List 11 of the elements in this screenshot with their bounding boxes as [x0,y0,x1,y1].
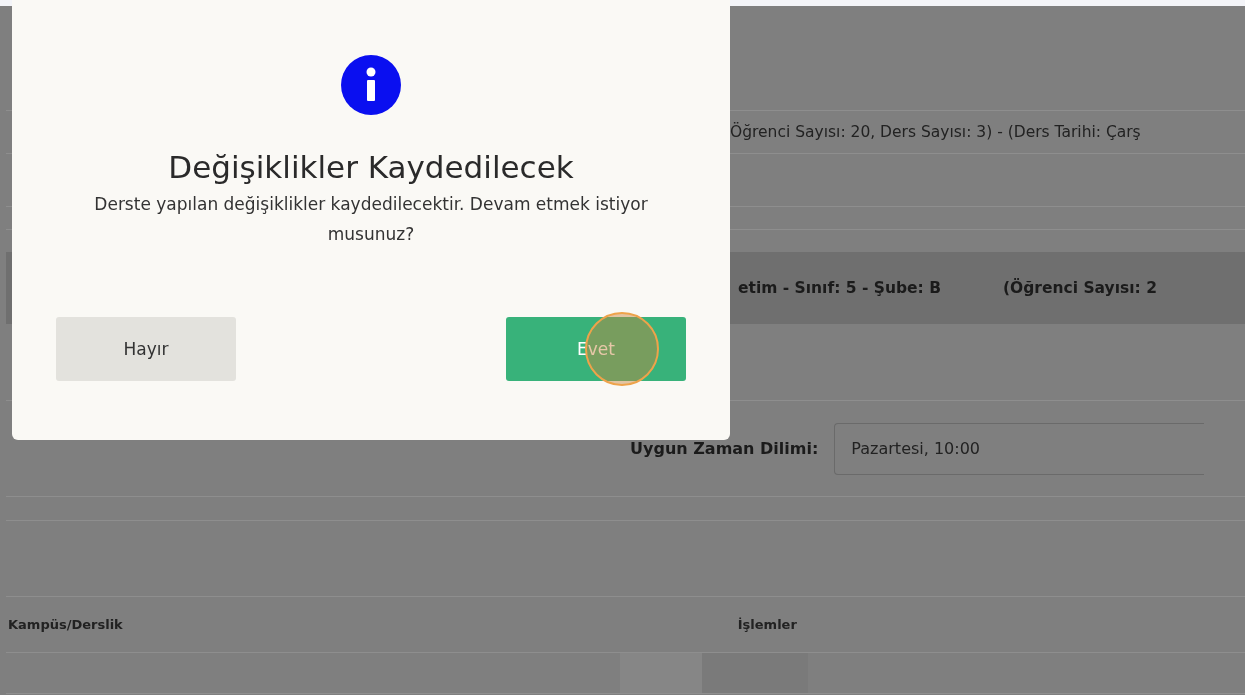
info-icon [341,55,401,115]
dialog-message: Derste yapılan değişiklikler kaydedilecektir. Devam etmek istiyor musunuz? [93,193,649,246]
student-count-text: (Öğrenci Sayısı: 2 [1003,279,1157,297]
dialog-title: Değişiklikler Kaydedilecek [168,149,574,185]
lesson-info-text: Öğrenci Sayısı: 20, Ders Sayısı: 3) - (Ders Tarihi: Çarş [730,123,1141,141]
class-info-text: etim - Sınıf: 5 - Şube: B [738,279,941,297]
column-header: İşlemler [737,617,797,632]
cancel-button[interactable]: Hayır [56,317,236,381]
column-header: Kampüs/Derslik [8,617,123,632]
time-slot-label: Uygun Zaman Dilimi: [630,439,819,458]
time-slot-field[interactable]: Pazartesi, 10:00 [834,422,1205,475]
